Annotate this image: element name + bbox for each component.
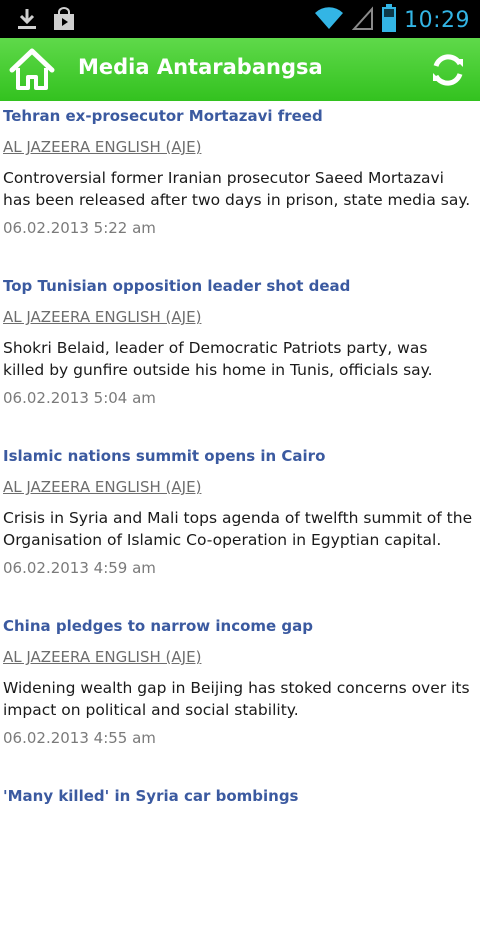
article-title[interactable]: 'Many killed' in Syria car bombings — [3, 787, 298, 805]
battery-icon — [382, 4, 397, 36]
article-summary: Widening wealth gap in Beijing has stoke… — [3, 679, 470, 719]
article-title[interactable]: Tehran ex-prosecutor Mortazavi freed — [3, 107, 323, 125]
article-summary: Controversial former Iranian prosecutor … — [3, 169, 471, 209]
clock: 10:29 — [404, 7, 470, 33]
article-title[interactable]: Islamic nations summit opens in Cairo — [3, 447, 325, 465]
article-date: 06.02.2013 4:55 am — [3, 729, 156, 747]
article-date: 06.02.2013 4:59 am — [3, 559, 156, 577]
list-item[interactable]: Top Tunisian opposition leader shot dead… — [0, 271, 480, 441]
home-button[interactable] — [8, 46, 56, 94]
article-summary: Crisis in Syria and Mali tops agenda of … — [3, 509, 473, 549]
article-source-link[interactable]: AL JAZEERA ENGLISH (AJE) — [3, 138, 201, 156]
shopping-bag-icon — [52, 7, 76, 35]
list-item[interactable]: China pledges to narrow income gap AL JA… — [0, 611, 480, 781]
article-date: 06.02.2013 5:04 am — [3, 389, 156, 407]
article-summary: Shokri Belaid, leader of Democratic Patr… — [3, 339, 433, 379]
article-title[interactable]: China pledges to narrow income gap — [3, 617, 313, 635]
list-item[interactable]: Tehran ex-prosecutor Mortazavi freed AL … — [0, 101, 480, 271]
download-icon — [16, 7, 38, 35]
article-date: 06.02.2013 5:22 am — [3, 219, 156, 237]
list-item[interactable]: Islamic nations summit opens in Cairo AL… — [0, 441, 480, 611]
status-bar: 10:29 — [0, 0, 480, 38]
article-title[interactable]: Top Tunisian opposition leader shot dead — [3, 277, 350, 295]
refresh-icon — [428, 54, 468, 94]
article-source-link[interactable]: AL JAZEERA ENGLISH (AJE) — [3, 478, 201, 496]
app-bar: Media Antarabangsa — [0, 38, 480, 101]
wifi-icon — [314, 5, 344, 35]
refresh-button[interactable] — [428, 50, 468, 90]
article-source-link[interactable]: AL JAZEERA ENGLISH (AJE) — [3, 648, 201, 666]
signal-icon — [351, 5, 374, 35]
app-title: Media Antarabangsa — [78, 55, 323, 79]
article-source-link[interactable]: AL JAZEERA ENGLISH (AJE) — [3, 308, 201, 326]
article-list: Tehran ex-prosecutor Mortazavi freed AL … — [0, 101, 480, 951]
list-item[interactable]: 'Many killed' in Syria car bombings — [0, 781, 480, 951]
home-icon — [8, 48, 56, 98]
